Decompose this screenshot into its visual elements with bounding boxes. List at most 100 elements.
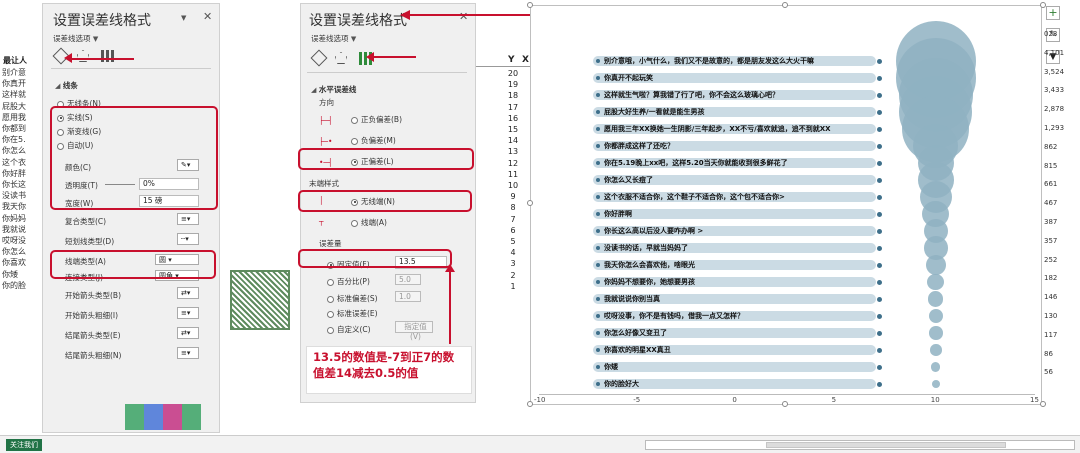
sheet-row[interactable]: 这样就 bbox=[2, 89, 42, 100]
data-point-marker[interactable] bbox=[877, 381, 883, 387]
bubble-marker[interactable] bbox=[929, 326, 943, 340]
radio-percent[interactable]: 百分比(P) bbox=[327, 276, 370, 287]
resize-handle[interactable] bbox=[527, 2, 533, 8]
fill-line-icon[interactable] bbox=[310, 49, 328, 67]
y-value-cell[interactable]: 13 bbox=[506, 147, 520, 156]
sheet-tab[interactable]: 关注我们 bbox=[6, 439, 42, 451]
sheet-row[interactable]: 你真开 bbox=[2, 78, 42, 89]
y-value-cell[interactable]: 15 bbox=[506, 125, 520, 134]
data-point-marker[interactable] bbox=[877, 330, 883, 336]
y-value-cell[interactable]: 8 bbox=[506, 203, 520, 212]
sheet-row[interactable]: 你矮 bbox=[2, 269, 42, 280]
compound-type-dropdown[interactable]: ≡▾ bbox=[177, 213, 199, 225]
chart-bar-label[interactable]: 这样就生气啦？算我错了行了吧，你不会这么玻璃心吧？ bbox=[593, 90, 877, 100]
resize-handle[interactable] bbox=[527, 200, 533, 206]
data-point-marker[interactable] bbox=[877, 194, 883, 200]
data-point-marker[interactable] bbox=[877, 109, 883, 115]
data-point-marker[interactable] bbox=[877, 211, 883, 217]
chart-bar-label[interactable]: 你矮 bbox=[593, 362, 877, 372]
chart-bar-label[interactable]: 你真开不起玩笑 bbox=[593, 73, 877, 83]
horizontal-scrollbar[interactable] bbox=[645, 440, 1075, 450]
y-value-cell[interactable]: 20 bbox=[506, 69, 520, 78]
sheet-row[interactable]: 没读书 bbox=[2, 190, 42, 201]
sheet-row[interactable]: 哎呀没 bbox=[2, 235, 42, 246]
data-point-marker[interactable] bbox=[877, 245, 883, 251]
section-line[interactable]: ◢ 线条 bbox=[55, 80, 78, 91]
radio-stddev[interactable]: 标准偏差(S) bbox=[327, 293, 378, 304]
resize-handle[interactable] bbox=[782, 401, 788, 407]
sheet-row[interactable]: 你在5. bbox=[2, 134, 42, 145]
y-value-cell[interactable]: 1 bbox=[506, 282, 520, 291]
sheet-row[interactable]: 你好胖 bbox=[2, 168, 42, 179]
bubble-marker[interactable] bbox=[927, 273, 945, 291]
chart-bar-label[interactable]: 你喜欢的明星XX真丑 bbox=[593, 345, 877, 355]
scrollbar-thumb[interactable] bbox=[766, 442, 1006, 448]
data-point-marker[interactable] bbox=[877, 177, 883, 183]
bubble-marker[interactable] bbox=[931, 362, 941, 372]
data-point-marker[interactable] bbox=[877, 143, 883, 149]
y-value-cell[interactable]: 11 bbox=[506, 170, 520, 179]
bubble-marker[interactable] bbox=[931, 380, 940, 388]
begin-arrow-type-dropdown[interactable]: ⇄▾ bbox=[177, 287, 199, 299]
resize-handle[interactable] bbox=[1040, 401, 1046, 407]
pane-menu-icon[interactable]: ▼ bbox=[181, 14, 186, 22]
chart-area[interactable]: 别介意哦，小气什么，我们又不是故意的，都是朋友发这么大火干嘛 你真开不起玩笑 这样就… bbox=[530, 5, 1042, 405]
radio-both[interactable]: 正负偏差(B) bbox=[351, 114, 402, 125]
chart-bar-label[interactable]: 你怎么又长痘了 bbox=[593, 175, 877, 185]
sheet-row[interactable]: 你喜欢 bbox=[2, 257, 42, 268]
chart-bar-label[interactable]: 没读书的话，早就当妈妈了 bbox=[593, 243, 877, 253]
effects-icon[interactable] bbox=[77, 50, 89, 62]
options-dropdown[interactable]: 误差线选项 ▼ bbox=[311, 33, 356, 44]
data-point-marker[interactable] bbox=[877, 58, 883, 64]
y-value-cell[interactable]: 6 bbox=[506, 226, 520, 235]
bubble-marker[interactable] bbox=[925, 255, 946, 275]
end-arrow-type-dropdown[interactable]: ⇄▾ bbox=[177, 327, 199, 339]
data-point-marker[interactable] bbox=[877, 279, 883, 285]
y-value-cell[interactable]: 2 bbox=[506, 271, 520, 280]
data-point-marker[interactable] bbox=[877, 364, 883, 370]
y-value-cell[interactable]: 4 bbox=[506, 248, 520, 257]
y-value-cell[interactable]: 10 bbox=[506, 181, 520, 190]
data-point-marker[interactable] bbox=[877, 160, 883, 166]
stddev-input[interactable]: 1.0 bbox=[395, 291, 421, 302]
chart-bar-label[interactable]: 你好胖啊 bbox=[593, 209, 877, 219]
sheet-row[interactable]: 你怎么 bbox=[2, 145, 42, 156]
chart-bar-label[interactable]: 你长这么高以后没人要咋办啊 > bbox=[593, 226, 877, 236]
data-point-marker[interactable] bbox=[877, 92, 883, 98]
sheet-row[interactable]: 愿用我 bbox=[2, 112, 42, 123]
y-value-cell[interactable]: 14 bbox=[506, 136, 520, 145]
bubble-marker[interactable] bbox=[928, 308, 943, 324]
chart-bar-label[interactable]: 你怎么好像又变丑了 bbox=[593, 328, 877, 338]
y-value-cell[interactable]: 5 bbox=[506, 237, 520, 246]
chart-bar-label[interactable]: 你妈妈不想要你，她想要男孩 bbox=[593, 277, 877, 287]
y-value-cell[interactable]: 7 bbox=[506, 215, 520, 224]
data-point-marker[interactable] bbox=[877, 75, 883, 81]
sheet-row[interactable]: 你妈妈 bbox=[2, 213, 42, 224]
sheet-row[interactable]: 你长这 bbox=[2, 179, 42, 190]
y-value-cell[interactable]: 18 bbox=[506, 91, 520, 100]
chart-bar-label[interactable]: 我天你怎么会喜欢他，啥眼光 bbox=[593, 260, 877, 270]
data-point-marker[interactable] bbox=[877, 262, 883, 268]
bubble-marker[interactable] bbox=[928, 291, 944, 307]
begin-arrow-size-dropdown[interactable]: ≡▾ bbox=[177, 307, 199, 319]
percent-input[interactable]: 5.0 bbox=[395, 274, 421, 285]
data-point-marker[interactable] bbox=[877, 126, 883, 132]
chart-bar-label[interactable]: 我就说说你别当真 bbox=[593, 294, 877, 304]
sheet-row[interactable]: 别介意 bbox=[2, 67, 42, 78]
y-value-cell[interactable]: 9 bbox=[506, 192, 520, 201]
dash-type-dropdown[interactable]: ┄▾ bbox=[177, 233, 199, 245]
y-value-cell[interactable]: 17 bbox=[506, 103, 520, 112]
chart-bar-label[interactable]: 别介意哦，小气什么，我们又不是故意的，都是朋友发这么大火干嘛 bbox=[593, 56, 877, 66]
close-icon[interactable]: ✕ bbox=[459, 10, 468, 23]
end-arrow-size-dropdown[interactable]: ≡▾ bbox=[177, 347, 199, 359]
radio-custom[interactable]: 自定义(C) bbox=[327, 324, 371, 335]
chart-elements-button[interactable]: + bbox=[1046, 6, 1060, 20]
chart-bar-label[interactable]: 这个衣服不适合你，这个鞋子不适合你，这个包不适合你> bbox=[593, 192, 877, 202]
chart-bar-label[interactable]: 你都胖成这样了还吃？ bbox=[593, 141, 877, 151]
effects-icon[interactable] bbox=[335, 52, 347, 64]
y-value-cell[interactable]: 12 bbox=[506, 159, 520, 168]
sheet-row[interactable]: 这个衣 bbox=[2, 157, 42, 168]
section-horizontal-error-bar[interactable]: ◢ 水平误差线 bbox=[311, 84, 356, 95]
resize-handle[interactable] bbox=[782, 2, 788, 8]
bubble-marker[interactable] bbox=[930, 344, 942, 356]
